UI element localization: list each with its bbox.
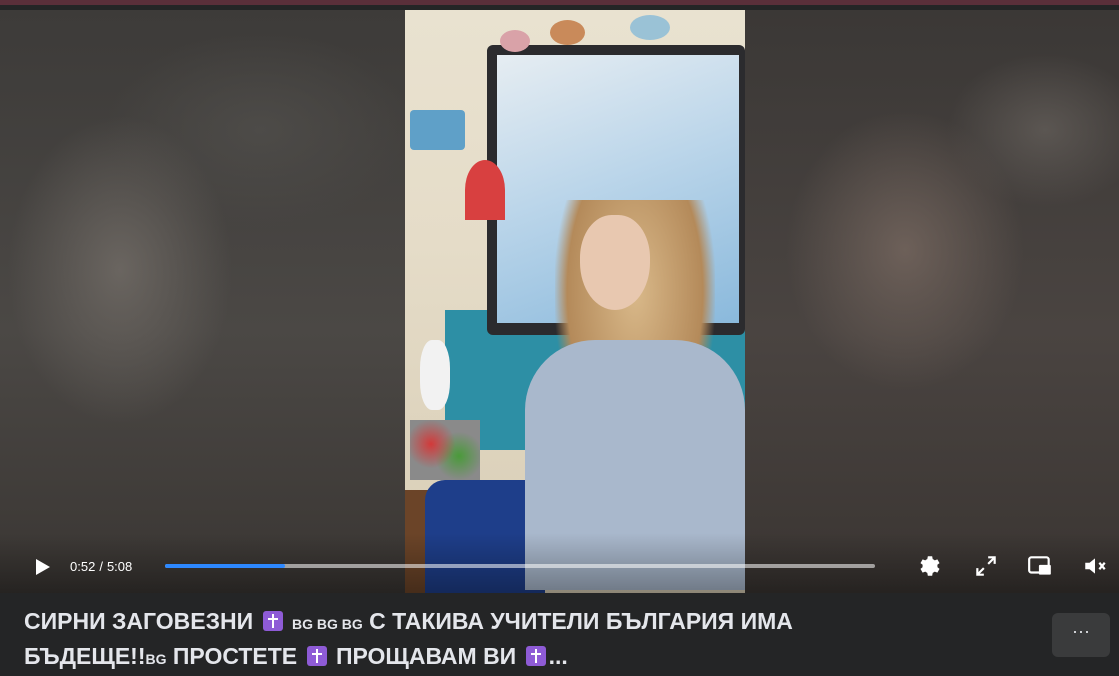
settings-button[interactable] — [917, 553, 943, 579]
current-time: 0:52 — [70, 559, 96, 574]
orthodox-cross-emoji-icon — [525, 646, 546, 666]
video-player[interactable]: 0:52/5:08 — [0, 10, 1119, 593]
mute-button[interactable] — [1082, 553, 1108, 579]
wall-decoration — [500, 30, 530, 52]
flag-text: BG BG BG — [291, 616, 363, 632]
video-post: 0:52/5:08 СИРНИ ЗАГОВЕЗНИ BG BG BG С ТАК… — [0, 0, 1119, 676]
title-text: С ТАКИВА УЧИТЕЛИ БЪЛГАРИЯ ИМА — [369, 608, 793, 634]
progress-bar[interactable] — [165, 564, 875, 568]
volume-muted-icon — [1085, 558, 1106, 574]
title-text: ПРОСТЕТЕ — [172, 643, 298, 669]
more-options-button[interactable]: ··· — [1052, 613, 1110, 657]
video-blur-background-left — [0, 10, 405, 593]
video-blur-background-right — [745, 10, 1119, 593]
title-ellipsis: ... — [548, 643, 568, 669]
orthodox-cross-emoji-icon — [306, 646, 327, 666]
title-text: СИРНИ ЗАГОВЕЗНИ — [24, 608, 254, 634]
play-icon — [36, 559, 50, 575]
time-separator: / — [99, 559, 103, 574]
play-button[interactable] — [30, 555, 54, 579]
progress-fill — [165, 564, 285, 568]
video-frame[interactable] — [405, 10, 745, 593]
wall-decoration — [420, 340, 450, 410]
flag-text: BG — [145, 651, 167, 667]
post-caption: СИРНИ ЗАГОВЕЗНИ BG BG BG С ТАКИВА УЧИТЕЛ… — [0, 593, 1119, 676]
picture-in-picture-icon — [1028, 556, 1051, 575]
title-text: ПРОЩАВАМ ВИ — [335, 643, 517, 669]
fullscreen-button[interactable] — [973, 553, 999, 579]
expand-icon — [976, 556, 996, 576]
wall-decoration — [410, 110, 465, 150]
time-display: 0:52/5:08 — [70, 559, 132, 574]
orthodox-cross-emoji-icon — [262, 611, 283, 631]
wall-decoration — [630, 15, 670, 40]
title-text: БЪДЕЩЕ!! — [24, 643, 146, 669]
wall-decoration — [465, 160, 505, 220]
duration: 5:08 — [106, 559, 133, 574]
player-controls: 0:52/5:08 — [0, 547, 1119, 587]
gear-icon — [920, 556, 940, 576]
post-title[interactable]: СИРНИ ЗАГОВЕЗНИ BG BG BG С ТАКИВА УЧИТЕЛ… — [24, 605, 1024, 675]
wall-decoration — [550, 20, 585, 45]
person-face — [580, 215, 650, 310]
toy-shelf — [410, 420, 480, 480]
picture-in-picture-button[interactable] — [1027, 553, 1053, 579]
